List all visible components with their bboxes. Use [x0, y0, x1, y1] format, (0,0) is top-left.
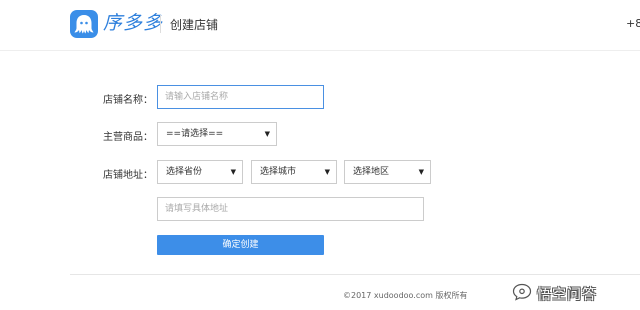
store-name-input[interactable] — [157, 85, 324, 109]
watermark-text: 悟空问答 — [537, 287, 597, 303]
province-value: 选择省份 — [166, 167, 203, 177]
country-code: +86 — [626, 17, 640, 30]
main-goods-select[interactable]: ==请选择== ▼ — [157, 122, 277, 146]
district-select[interactable]: 选择地区 ▼ — [344, 160, 431, 184]
caret-down-icon: ▼ — [324, 168, 330, 176]
province-select[interactable]: 选择省份 ▼ — [157, 160, 243, 184]
octopus-logo-icon[interactable] — [70, 10, 98, 38]
district-value: 选择地区 — [353, 167, 390, 177]
footer-divider — [70, 274, 640, 275]
city-value: 选择城市 — [260, 167, 297, 177]
speech-bubble-icon — [512, 283, 532, 301]
main-goods-label: 主营商品： — [103, 132, 153, 143]
page-title: 创建店铺 — [170, 18, 219, 32]
header-bar: 序多多 创建店铺 +86 — [0, 0, 640, 51]
caret-down-icon: ▼ — [230, 168, 236, 176]
caret-down-icon: ▼ — [264, 130, 270, 138]
copyright-text: ©2017 xudoodoo.com 版权所有 — [343, 291, 468, 300]
brand-name: 序多多 — [103, 12, 164, 34]
detail-address-input[interactable] — [157, 197, 424, 221]
store-name-label: 店铺名称： — [103, 95, 153, 106]
address-label: 店铺地址： — [103, 170, 153, 181]
create-store-button[interactable]: 确定创建 — [157, 235, 324, 255]
city-select[interactable]: 选择城市 ▼ — [251, 160, 337, 184]
header-divider — [160, 15, 161, 33]
caret-down-icon: ▼ — [418, 168, 424, 176]
main-goods-value: ==请选择== — [166, 129, 224, 139]
